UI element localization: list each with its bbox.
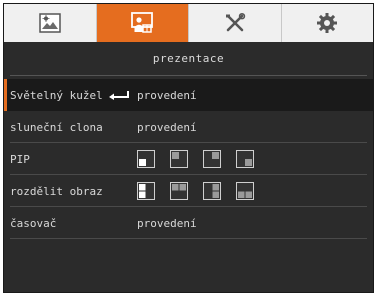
- gear-icon: [317, 13, 338, 33]
- image-icon: [39, 13, 61, 33]
- pip-bottom-right-icon[interactable]: [236, 150, 254, 168]
- split-bottom-icon[interactable]: [236, 182, 254, 200]
- menu-row-value[interactable]: provedení: [137, 79, 197, 111]
- split-right-icon[interactable]: [203, 182, 221, 200]
- menu-row-label: časovač: [10, 216, 57, 230]
- tab-settings[interactable]: [281, 4, 373, 42]
- enter-icon: [109, 91, 129, 100]
- menu-row-pip[interactable]: PIP: [4, 143, 373, 175]
- pip-top-left-icon[interactable]: [170, 150, 188, 168]
- page-title: prezentace: [152, 52, 225, 65]
- menu-row-light-cone[interactable]: Světelný kužel provedení: [4, 79, 373, 111]
- pip-options: [137, 143, 269, 175]
- selection-accent: [4, 79, 7, 111]
- title-divider: [10, 75, 367, 76]
- osd-menu: prezentace Světelný kužel provedení slun…: [3, 3, 374, 293]
- menu-row-label: sluneční clona: [10, 120, 103, 134]
- menu-row-value[interactable]: provedení: [137, 111, 197, 143]
- tab-picture[interactable]: [4, 4, 97, 42]
- pip-top-right-icon[interactable]: [203, 150, 221, 168]
- split-top-icon[interactable]: [170, 182, 188, 200]
- row-divider: [10, 238, 367, 239]
- tab-tools[interactable]: [189, 4, 282, 42]
- split-options: [137, 175, 269, 207]
- menu-row-label: rozdělit obraz: [10, 184, 103, 198]
- menu-row-timer[interactable]: časovač provedení: [4, 207, 373, 239]
- menu-row-split-screen[interactable]: rozdělit obraz: [4, 175, 373, 207]
- menu-row-label: Světelný kužel: [10, 88, 103, 102]
- pip-bottom-left-icon[interactable]: [137, 150, 155, 168]
- menu-row-sun-shade[interactable]: sluneční clona provedení: [4, 111, 373, 143]
- tools-icon: [225, 13, 245, 32]
- tab-presentation[interactable]: [96, 4, 189, 42]
- tab-bar: [4, 4, 373, 42]
- menu-row-value[interactable]: provedení: [137, 207, 197, 239]
- split-left-icon[interactable]: [137, 182, 155, 200]
- presenter-icon: [131, 12, 154, 33]
- menu-row-label: PIP: [10, 152, 30, 166]
